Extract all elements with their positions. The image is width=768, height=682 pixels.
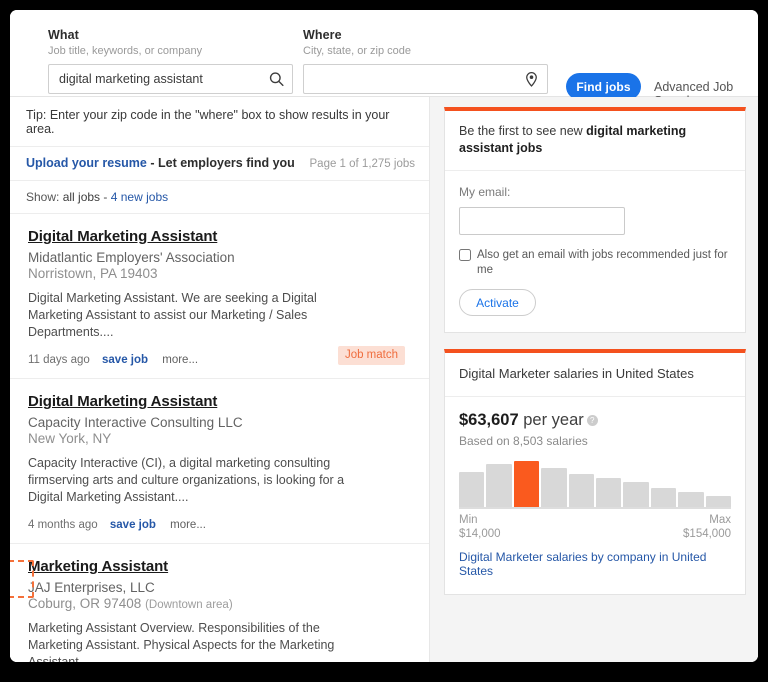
job-location: Coburg, OR 97408 (Downtown area) xyxy=(28,596,413,611)
job-alert-heading-prefix: Be the first to see new xyxy=(459,124,587,138)
job-age: 4 months ago xyxy=(28,519,98,531)
job-result-card[interactable]: Digital Marketing Assistant Capacity Int… xyxy=(10,379,429,544)
job-alert-card: Be the first to see new digital marketin… xyxy=(444,107,746,333)
job-snippet: Marketing Assistant Overview. Responsibi… xyxy=(28,621,335,662)
job-title-link[interactable]: Marketing Assistant xyxy=(28,558,168,575)
sidebar-column: Be the first to see new digital marketin… xyxy=(430,97,758,662)
browser-page: What Job title, keywords, or company Whe… xyxy=(10,10,758,662)
search-input-what[interactable] xyxy=(49,65,292,93)
recommended-jobs-checkbox-row[interactable]: Also get an email with jobs recommended … xyxy=(459,248,731,278)
what-input-wrap[interactable] xyxy=(48,64,293,94)
show-label: Show: xyxy=(26,190,60,204)
save-job-link[interactable]: save job xyxy=(102,354,148,366)
histogram-bar xyxy=(596,478,622,507)
tip-banner: Tip: Enter your zip code in the "where" … xyxy=(10,97,429,147)
salary-max-label: Max xyxy=(709,514,731,526)
show-current-value: all jobs xyxy=(62,190,101,204)
what-field-group: What Job title, keywords, or company xyxy=(48,28,293,94)
salary-card-heading: Digital Marketer salaries in United Stat… xyxy=(445,353,745,397)
salaries-by-company-link[interactable]: Digital Marketer salaries by company in … xyxy=(459,550,731,578)
job-snippet: Digital Marketing Assistant. We are seek… xyxy=(28,291,317,339)
job-alert-body: My email: Also get an email with jobs re… xyxy=(445,171,745,332)
job-location: New York, NY xyxy=(28,431,413,446)
job-location-area: (Downtown area) xyxy=(145,599,233,611)
show-new-jobs-link[interactable]: 4 new jobs xyxy=(111,190,168,204)
salary-card-body: $63,607 per year? Based on 8,503 salarie… xyxy=(445,397,745,594)
show-filter-row: Show: all jobs - 4 new jobs xyxy=(10,181,429,214)
recommended-jobs-checkbox[interactable] xyxy=(459,249,471,261)
job-location-text: Norristown, PA 19403 xyxy=(28,266,158,281)
search-header: What Job title, keywords, or company Whe… xyxy=(10,10,758,108)
job-title-link[interactable]: Digital Marketing Assistant xyxy=(28,228,217,245)
job-alert-heading: Be the first to see new digital marketin… xyxy=(445,111,745,171)
histogram-bar xyxy=(650,488,677,507)
salary-period: per year xyxy=(518,411,584,429)
histogram-bar xyxy=(623,482,649,507)
show-separator: - xyxy=(103,190,108,204)
job-location-text: New York, NY xyxy=(28,431,112,446)
job-age: 11 days ago xyxy=(28,354,90,366)
search-input-where[interactable] xyxy=(304,65,547,93)
more-link[interactable]: more... xyxy=(170,519,206,531)
save-job-link[interactable]: save job xyxy=(110,519,156,531)
histogram-bar xyxy=(678,492,704,507)
job-location: Norristown, PA 19403 xyxy=(28,266,413,281)
job-company: JAJ Enterprises, LLC xyxy=(28,580,155,595)
activate-button[interactable]: Activate xyxy=(459,289,536,316)
histogram-bar xyxy=(568,474,595,507)
histogram-bar xyxy=(513,461,540,507)
histogram-bar xyxy=(486,464,512,507)
email-label: My email: xyxy=(459,185,511,199)
where-input-wrap[interactable] xyxy=(303,64,548,94)
histogram-bar xyxy=(459,472,485,507)
salary-amount: $63,607 xyxy=(459,411,519,429)
salary-card: Digital Marketer salaries in United Stat… xyxy=(444,349,746,595)
more-link[interactable]: more... xyxy=(162,354,198,366)
histogram-bar xyxy=(705,496,732,507)
job-meta: 4 months ago save job more... xyxy=(28,519,413,531)
info-icon[interactable]: ? xyxy=(586,415,598,426)
screenshot-root: What Job title, keywords, or company Whe… xyxy=(0,0,768,682)
results-column: Tip: Enter your zip code in the "where" … xyxy=(10,97,430,662)
page-count: Page 1 of 1,275 jobs xyxy=(309,158,416,170)
where-label: Where xyxy=(303,28,342,42)
salary-title: Digital Marketer salaries in United Stat… xyxy=(459,366,694,381)
salary-max-value: $154,000 xyxy=(683,528,731,540)
what-label: What xyxy=(48,28,79,42)
salary-amount-row: $63,607 per year? xyxy=(459,411,731,430)
salary-range-labels: Min Max $14,000 $154,000 xyxy=(459,514,731,544)
email-field[interactable] xyxy=(459,207,625,235)
job-result-card[interactable]: Digital Marketing Assistant Midatlantic … xyxy=(10,214,429,379)
job-match-badge: Job match xyxy=(337,346,405,365)
where-hint: City, state, or zip code xyxy=(303,45,412,57)
what-hint: Job title, keywords, or company xyxy=(48,45,203,57)
job-company: Capacity Interactive Consulting LLC xyxy=(28,415,243,430)
job-snippet: Capacity Interactive (CI), a digital mar… xyxy=(28,456,345,504)
salary-histogram xyxy=(459,461,732,509)
histogram-bar xyxy=(541,468,567,507)
job-title-link[interactable]: Digital Marketing Assistant xyxy=(28,393,217,410)
job-result-card[interactable]: Marketing Assistant JAJ Enterprises, LLC… xyxy=(10,544,429,662)
recommended-jobs-label: Also get an email with jobs recommended … xyxy=(477,249,728,276)
content-area: Tip: Enter your zip code in the "where" … xyxy=(10,97,758,662)
salary-min-label: Min xyxy=(459,514,478,526)
where-field-group: Where City, state, or zip code xyxy=(303,28,548,94)
find-jobs-button[interactable]: Find jobs xyxy=(566,73,641,100)
upload-resume-tail: - Let employers find you xyxy=(146,156,295,170)
upload-resume-row: Upload your resume - Let employers find … xyxy=(10,147,429,181)
salary-basis: Based on 8,503 salaries xyxy=(459,434,588,448)
salary-min-value: $14,000 xyxy=(459,528,501,540)
job-location-text: Coburg, OR 97408 xyxy=(28,596,142,611)
job-company: Midatlantic Employers' Association xyxy=(28,250,235,265)
upload-resume-link[interactable]: Upload your resume xyxy=(26,156,147,170)
